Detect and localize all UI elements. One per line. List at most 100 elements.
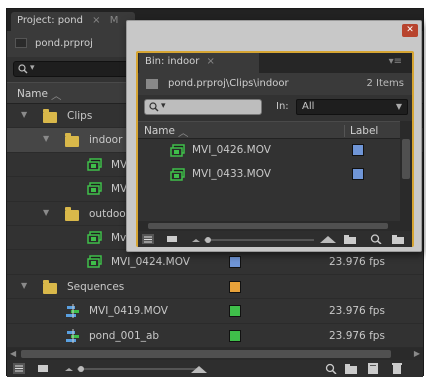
label-color-swatch[interactable] [229, 256, 241, 269]
in-filter-select[interactable]: All ▼ [296, 99, 408, 115]
list-item-sequence[interactable]: pond_001_ab 23.976 fps [7, 324, 423, 348]
new-item-icon[interactable] [367, 363, 379, 374]
icon-view-icon[interactable] [166, 234, 178, 244]
column-label-header[interactable]: Label [344, 125, 378, 137]
project-file-name: pond.prproj [35, 38, 93, 49]
clip-icon [87, 158, 103, 172]
search-dropdown-icon[interactable]: ▾ [161, 101, 166, 111]
folder-icon [43, 279, 57, 294]
list-item-label: Clips [67, 110, 93, 122]
scroll-right-icon[interactable]: ▶ [414, 349, 420, 358]
list-item-clip[interactable]: MVI_0426.MOV [138, 139, 400, 163]
search-dropdown-icon[interactable]: ▾ [30, 63, 35, 73]
folder-icon [43, 109, 57, 123]
list-item-label: indoor [89, 134, 123, 147]
bin-path: pond.prproj\Clips\indoor [168, 78, 289, 89]
sort-ascending-icon: ︿ [178, 127, 189, 139]
disclosure-triangle-icon[interactable]: ▼ [21, 111, 29, 119]
bin-search-input[interactable]: ▾ [144, 99, 262, 115]
bin-item-list: MVI_0426.MOV MVI_0433.MOV [138, 139, 400, 217]
icon-view-icon[interactable] [37, 363, 49, 374]
list-view-icon[interactable] [13, 363, 25, 374]
bin-search-row: ▾ In: All ▼ [138, 95, 412, 119]
bin-vertical-scrollbar[interactable] [400, 121, 412, 233]
sequence-icon [65, 304, 81, 321]
list-view-icon[interactable] [142, 234, 154, 244]
list-item-clip[interactable]: MVI_0433.MOV [138, 163, 400, 187]
disclosure-triangle-icon[interactable]: ▼ [43, 208, 51, 217]
scrollbar-thumb[interactable] [148, 223, 388, 229]
folder-icon[interactable] [392, 234, 404, 244]
zoom-slider-icon[interactable] [190, 234, 320, 244]
list-item-label: MVI_0433.MOV [192, 168, 271, 180]
search-icon [149, 102, 159, 112]
bin-column-header[interactable]: Name ︿ Label [138, 121, 400, 139]
disclosure-triangle-icon[interactable]: ▼ [43, 135, 51, 143]
sort-ascending-icon: ︿ [51, 90, 62, 102]
label-color-swatch[interactable] [229, 280, 241, 293]
zoom-slider-icon[interactable] [63, 363, 203, 374]
label-color-swatch[interactable] [352, 144, 364, 156]
label-color-swatch[interactable] [229, 329, 241, 342]
clip-icon [87, 255, 103, 269]
project-bottom-toolbar [7, 360, 423, 377]
label-color-swatch[interactable] [352, 168, 364, 180]
list-item-clip[interactable]: MVI_0424.MOV 23.976 fps [7, 250, 423, 275]
bin-window: ✕ Bin: indoor × ▾≡ pond.prproj\Clips\ind… [126, 20, 422, 252]
tab-close-icon[interactable]: × [207, 56, 215, 67]
clip-icon [170, 168, 186, 182]
new-bin-icon[interactable] [345, 363, 357, 374]
tab-close-icon[interactable]: × [92, 15, 100, 26]
find-icon[interactable] [325, 363, 337, 374]
tab-bin-indoor[interactable]: Bin: indoor × [139, 53, 259, 73]
list-item-label: MVI_0424.MOV [111, 256, 190, 269]
tab-project-label: Project: pond [17, 15, 83, 26]
bin-horizontal-scrollbar[interactable] [138, 221, 400, 231]
frame-rate: 23.976 fps [329, 329, 385, 342]
list-item-label: MVI_0426.MOV [192, 144, 271, 156]
in-filter-label: In: [276, 101, 289, 112]
frame-rate: 23.976 fps [329, 256, 385, 269]
list-item-label: Mv [111, 231, 127, 244]
list-item-label: Sequences [67, 280, 125, 293]
clip-icon [87, 231, 103, 245]
project-horizontal-scrollbar[interactable]: ◀ ▶ [7, 348, 423, 360]
list-item-label: MV [111, 183, 128, 196]
folder-icon [65, 206, 79, 221]
bin-item-count: 2 Items [366, 78, 404, 89]
in-filter-value: All [302, 101, 315, 112]
sequence-icon [65, 328, 81, 346]
column-name-header[interactable]: Name [144, 125, 175, 137]
tab-secondary-label[interactable]: M [110, 15, 119, 26]
project-file-icon [15, 38, 27, 48]
bin-panel: Bin: indoor × ▾≡ pond.prproj\Clips\indoo… [136, 51, 414, 247]
list-item-label: pond_001_ab [89, 329, 160, 342]
trash-icon[interactable] [391, 363, 403, 374]
zoom-max-icon[interactable] [189, 363, 209, 374]
tab-project[interactable]: Project: pond × M [11, 12, 135, 31]
folder-icon [65, 133, 79, 148]
column-name-header[interactable]: Name [17, 88, 48, 100]
scroll-left-icon[interactable]: ◀ [10, 349, 16, 358]
search-icon [18, 64, 28, 74]
zoom-max-icon[interactable] [318, 234, 338, 244]
panel-menu-icon[interactable]: ▾≡ [389, 56, 402, 67]
new-bin-icon[interactable] [344, 234, 356, 244]
scrollbar-thumb[interactable] [402, 139, 410, 179]
tab-bin-label: Bin: indoor [145, 56, 200, 67]
find-icon[interactable] [370, 234, 382, 244]
list-item-sequences-folder[interactable]: ▼ Sequences [7, 275, 423, 300]
bin-bottom-toolbar [138, 231, 412, 247]
clip-icon [170, 144, 186, 158]
list-item-sequence[interactable]: MVI_0419.MOV 23.976 fps [7, 299, 423, 324]
label-color-swatch[interactable] [229, 305, 241, 318]
list-item-label: MVI_0419.MOV [89, 305, 168, 318]
chevron-down-icon: ▼ [395, 102, 402, 111]
project-search-input[interactable]: ▾ [13, 61, 131, 77]
disclosure-triangle-icon[interactable]: ▼ [21, 281, 29, 290]
bin-folder-icon [146, 79, 158, 89]
bin-path-row: pond.prproj\Clips\indoor 2 Items [138, 73, 412, 95]
close-icon[interactable]: ✕ [402, 24, 418, 37]
clip-icon [87, 182, 103, 196]
scrollbar-thumb[interactable] [21, 350, 391, 358]
